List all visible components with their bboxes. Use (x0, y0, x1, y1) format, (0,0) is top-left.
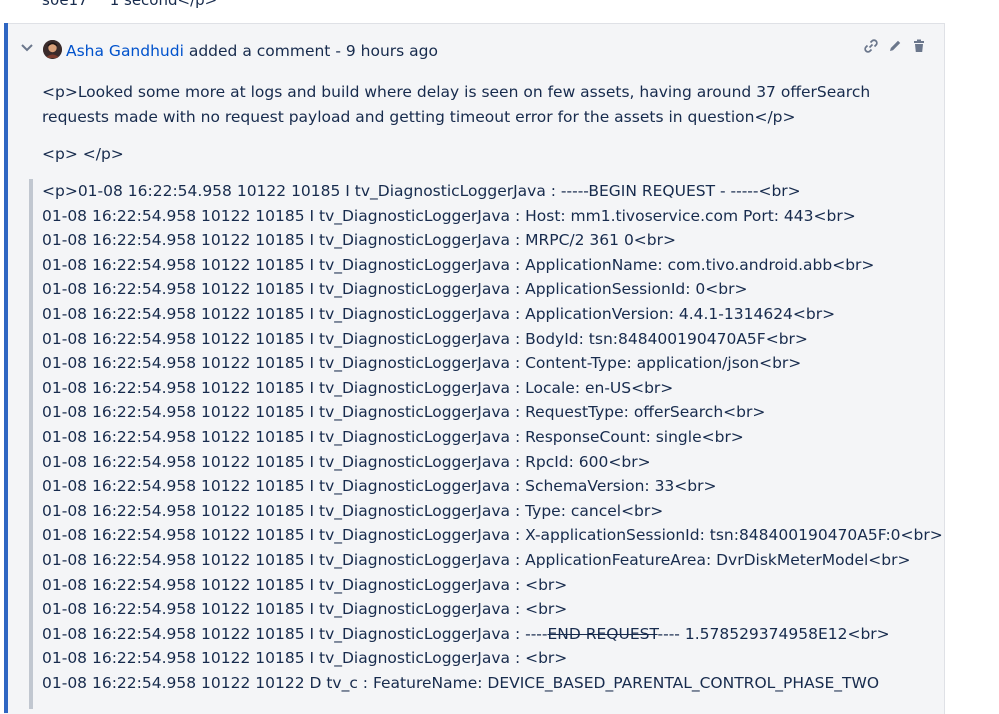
comment-empty-paragraph: <p> </p> (42, 145, 124, 163)
log-line: 01-08 16:22:54.958 10122 10185 I tv_Diag… (42, 206, 856, 225)
log-line: 01-08 16:22:54.958 10122 10185 I tv_Diag… (42, 477, 717, 496)
log-line-strike: END REQUEST (547, 624, 658, 643)
previous-comment-tail: s0e17 1 second</p> (42, 0, 217, 9)
collapse-toggle[interactable] (19, 40, 35, 56)
log-line: 01-08 16:22:54.958 10122 10185 I tv_Diag… (42, 427, 744, 446)
log-line: 01-08 16:22:54.958 10122 10185 I tv_Diag… (42, 354, 802, 373)
log-line-suffix: ---- 1.578529374958E12<br> (657, 624, 890, 643)
delete-icon[interactable] (910, 37, 928, 55)
link-icon[interactable] (862, 37, 880, 55)
log-line: 01-08 16:22:54.958 10122 10185 I tv_Diag… (42, 231, 676, 250)
comment-time[interactable]: 9 hours ago (346, 42, 438, 60)
log-block: <p>01-08 16:22:54.958 10122 10185 I tv_D… (42, 179, 943, 695)
avatar[interactable] (43, 40, 62, 59)
log-line: 01-08 16:22:54.958 10122 10185 I tv_Diag… (42, 622, 942, 647)
log-line: 01-08 16:22:54.958 10122 10185 I tv_Diag… (42, 304, 836, 323)
chevron-down-icon (21, 44, 33, 52)
edit-icon[interactable] (886, 37, 904, 55)
comment-header: Asha Gandhudi added a comment - 9 hours … (66, 40, 438, 62)
log-line: 01-08 16:22:54.958 10122 10185 I tv_Diag… (42, 403, 766, 422)
author-link[interactable]: Asha Gandhudi (66, 42, 184, 60)
log-line: 01-08 16:22:54.958 10122 10122 D tv_c : … (42, 673, 880, 692)
previous-tail-right: 1 second</p> (109, 0, 218, 9)
log-line: 01-08 16:22:54.958 10122 10185 I tv_Diag… (42, 255, 875, 274)
log-line: 01-08 16:22:54.958 10122 10185 I tv_Diag… (42, 501, 664, 520)
log-line: 01-08 16:22:54.958 10122 10185 I tv_Diag… (42, 378, 674, 397)
log-line: 01-08 16:22:54.958 10122 10185 I tv_Diag… (42, 600, 568, 619)
log-line: 01-08 16:22:54.958 10122 10185 I tv_Diag… (42, 452, 651, 471)
comment-accent-bar (4, 23, 8, 713)
log-line: 01-08 16:22:54.958 10122 10185 I tv_Diag… (42, 550, 911, 569)
log-line-prefix: 01-08 16:22:54.958 10122 10185 I tv_Diag… (42, 624, 548, 643)
log-line: 01-08 16:22:54.958 10122 10185 I tv_Diag… (42, 280, 748, 299)
log-line: <p>01-08 16:22:54.958 10122 10185 I tv_D… (42, 182, 801, 200)
log-line: 01-08 16:22:54.958 10122 10185 I tv_Diag… (42, 329, 808, 348)
log-block-bar (29, 179, 33, 709)
avatar-image (43, 40, 62, 59)
comment-paragraph: <p>Looked some more at logs and build wh… (42, 83, 871, 126)
comment-actions (862, 37, 928, 55)
comment-action: added a comment (188, 42, 331, 60)
comment-body: <p>Looked some more at logs and build wh… (42, 80, 932, 129)
log-line: 01-08 16:22:54.958 10122 10185 I tv_Diag… (42, 649, 568, 668)
log-line: 01-08 16:22:54.958 10122 10185 I tv_Diag… (42, 526, 943, 545)
previous-tail-left: s0e17 (42, 0, 88, 9)
header-separator: - (335, 42, 341, 60)
log-line: 01-08 16:22:54.958 10122 10185 I tv_Diag… (42, 575, 568, 594)
